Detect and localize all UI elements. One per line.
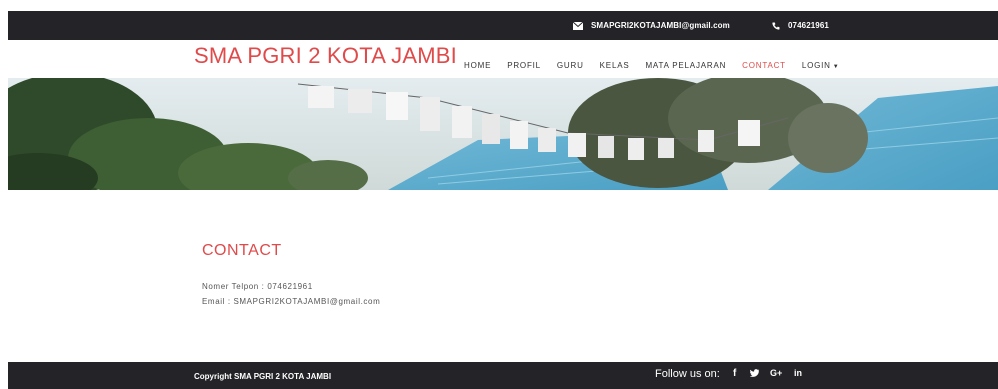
hero-banner-image: [8, 78, 998, 190]
google-plus-icon[interactable]: G+: [770, 368, 782, 378]
top-contact-bar: SMAPGRI2KOTAJAMBI@gmail.com 074621961: [8, 11, 998, 40]
nav-kelas[interactable]: KELAS: [600, 61, 630, 70]
facebook-icon[interactable]: f: [733, 368, 736, 379]
main-nav: HOME PROFIL GURU KELAS MATA PELAJARAN CO…: [464, 61, 856, 70]
copyright-text: Copyright SMA PGRI 2 KOTA JAMBI: [194, 372, 332, 381]
linkedin-icon[interactable]: in: [794, 368, 802, 378]
footer: Copyright SMA PGRI 2 KOTA JAMBI Follow u…: [8, 362, 998, 389]
nav-contact[interactable]: CONTACT: [742, 61, 786, 70]
email-text: SMAPGRI2KOTAJAMBI@gmail.com: [591, 21, 730, 30]
contact-email-line: Email : SMAPGRI2KOTAJAMBI@gmail.com: [202, 297, 381, 306]
email-contact[interactable]: SMAPGRI2KOTAJAMBI@gmail.com: [573, 11, 730, 40]
nav-home[interactable]: HOME: [464, 61, 491, 70]
nav-login-label: LOGIN: [801, 61, 831, 70]
twitter-icon[interactable]: [749, 369, 759, 380]
site-brand[interactable]: SMA PGRI 2 KOTA JAMBI: [194, 43, 457, 69]
nav-mata-pelajaran[interactable]: MATA PELAJARAN: [645, 61, 726, 70]
phone-contact[interactable]: 074621961: [772, 11, 829, 40]
envelope-icon: [573, 21, 583, 30]
contact-phone-line: Nomer Telpon : 074621961: [202, 282, 313, 291]
phone-icon: [772, 22, 780, 30]
phone-text: 074621961: [788, 21, 829, 30]
nav-login-dropdown[interactable]: LOGIN ▼: [802, 61, 840, 70]
nav-profil[interactable]: PROFIL: [507, 61, 541, 70]
follow-us-label: Follow us on:: [655, 368, 720, 380]
caret-down-icon: ▼: [832, 64, 840, 70]
page-title: CONTACT: [202, 242, 282, 259]
nav-guru[interactable]: GURU: [557, 61, 584, 70]
